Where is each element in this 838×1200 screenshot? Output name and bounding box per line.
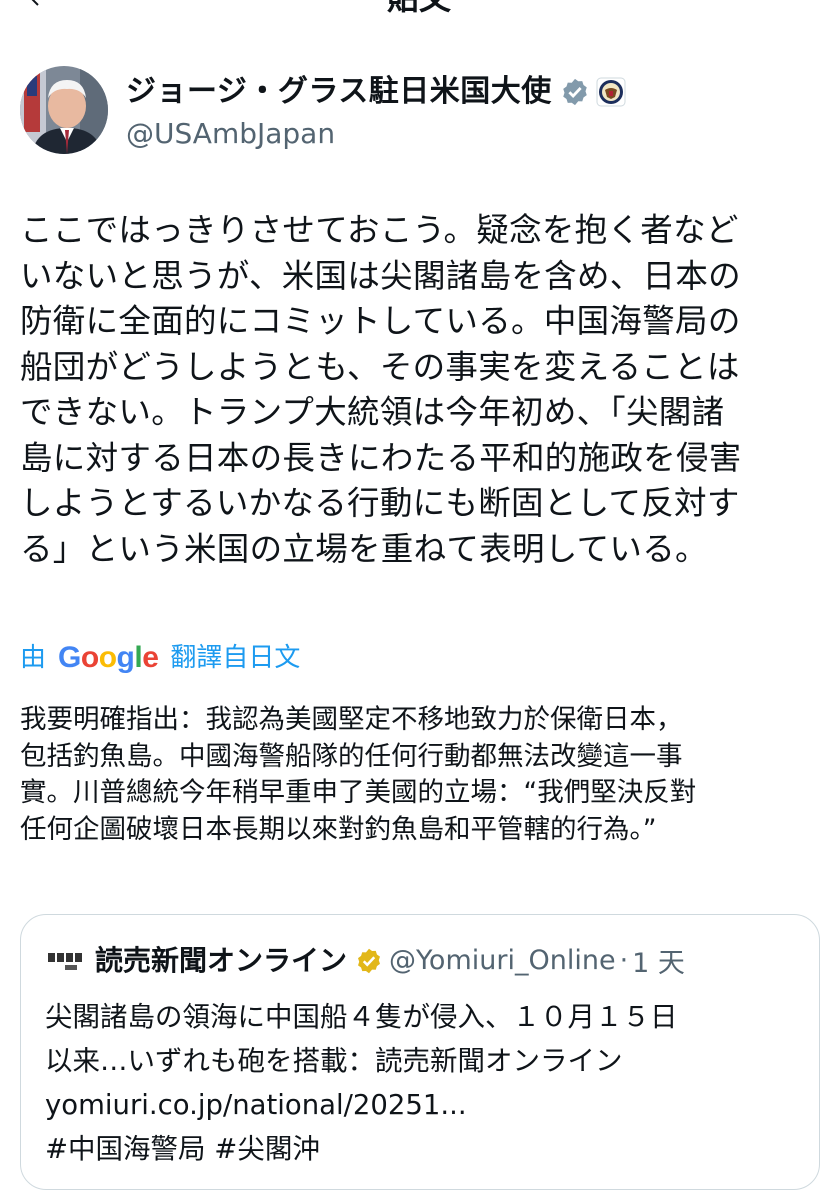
translated-by-prefix: 由 [20,643,47,673]
verified-badge-icon [563,78,587,106]
tweet-author: ジョージ・グラス駐日米国大使 @USAmbJapan [20,66,820,162]
more-icon[interactable] [778,0,814,8]
translated-text: 我要明確指出：我認為美國堅定不移地致力於保衛日本， 包括釣魚島。中國海警船隊的任… [20,704,697,845]
tweet-text: ここではっきりさせておこう。疑念を抱く者など いないと思うが、米国は尖閣諸島を含… [20,211,742,568]
avatar[interactable] [20,66,108,154]
hashtag[interactable]: #中国海警局 [45,1133,206,1165]
yomiuri-logo-icon [45,946,85,975]
translated-by-suffix: 翻譯自日文 [170,643,301,673]
verified-badge-icon [358,948,380,973]
author-name-row[interactable]: ジョージ・グラス駐日米国大使 [126,72,626,112]
quoted-author-name[interactable]: 読売新聞オンライン [95,943,347,979]
quoted-timestamp: 1 天 [632,948,685,979]
quoted-tweet-card[interactable]: 読売新聞オンライン @Yomiuri_Online · 1 天 尖閣諸島の領海に… [20,914,820,1190]
google-logo: Google [58,641,159,674]
author-handle[interactable]: @USAmbJapan [126,116,335,152]
hashtag[interactable]: #尖閣沖 [214,1133,320,1165]
translated-by[interactable]: 由 Google 翻譯自日文 [20,640,300,676]
state-department-seal-icon [596,77,626,107]
quoted-link[interactable]: yomiuri.co.jp/national/20251... [45,1083,805,1127]
top-navigation-bar: 貼文 [0,0,838,18]
quoted-author-handle[interactable]: @Yomiuri_Online [389,943,616,979]
page-title: 貼文 [0,0,838,18]
quoted-text-line: 尖閣諸島の領海に中国船４隻が侵入、１０月１５日 [45,1001,678,1033]
hashtag-row: #中国海警局 #尖閣沖 [45,1127,805,1171]
quoted-tweet-header: 読売新聞オンライン @Yomiuri_Online · 1 天 [45,941,685,980]
quoted-tweet-body: 尖閣諸島の領海に中国船４隻が侵入、１０月１５日 以来…いずれも砲を搭載：読売新聞… [45,995,805,1171]
author-name[interactable]: ジョージ・グラス駐日米国大使 [126,72,552,112]
separator-dot: · [619,945,629,976]
quoted-text-line: 以来…いずれも砲を搭載：読売新聞オンライン [45,1045,623,1077]
